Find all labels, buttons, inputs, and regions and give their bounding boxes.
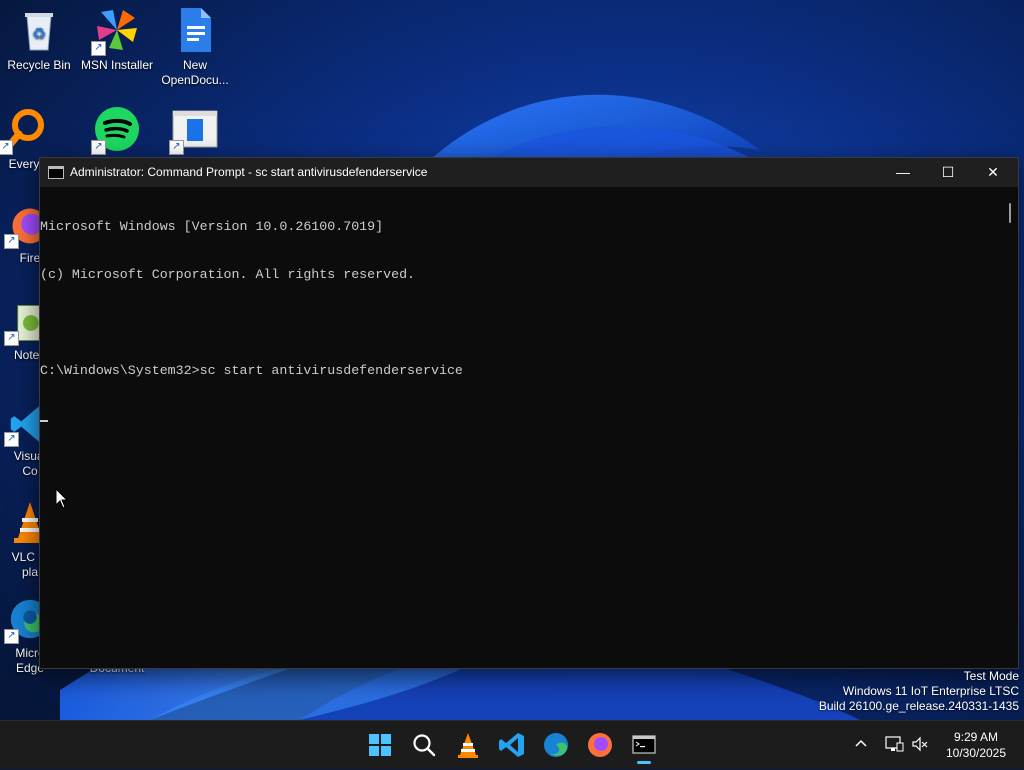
shortcut-arrow-icon: ↗ xyxy=(0,140,13,155)
search-button[interactable] xyxy=(404,725,444,765)
console-output[interactable]: Microsoft Windows [Version 10.0.26100.70… xyxy=(40,187,1002,668)
start-icon xyxy=(369,734,391,756)
taskbar-terminal[interactable] xyxy=(624,725,664,765)
desktop-icon-spotify[interactable]: ↗ xyxy=(79,105,155,157)
maximize-button[interactable]: ☐ xyxy=(925,158,971,187)
desktop-icon-label: New OpenDocu... xyxy=(161,58,229,87)
test-mode-watermark: Test Mode Windows 11 IoT Enterprise LTSC… xyxy=(819,669,1019,714)
terminal-icon xyxy=(632,735,656,754)
taskbar-edge[interactable] xyxy=(536,725,576,765)
shortcut-arrow-icon: ↗ xyxy=(4,629,19,644)
search-icon xyxy=(413,734,436,757)
shortcut-arrow-icon: ↗ xyxy=(4,234,19,249)
window-titlebar[interactable]: Administrator: Command Prompt - sc start… xyxy=(40,158,1018,187)
shortcut-arrow-icon: ↗ xyxy=(4,432,19,447)
console-cursor-line xyxy=(40,411,1002,427)
desktop-icon-new-document[interactable]: New OpenDocu... xyxy=(157,6,233,88)
vlc-icon xyxy=(458,733,478,758)
svg-text:♻: ♻ xyxy=(32,24,46,43)
chevron-up-icon[interactable] xyxy=(852,735,870,753)
minimize-button[interactable]: — xyxy=(880,158,926,187)
volume-muted-icon[interactable] xyxy=(911,735,929,753)
clock-date: 10/30/2025 xyxy=(945,746,1007,760)
scrollbar-thumb[interactable] xyxy=(1009,203,1011,223)
watermark-line: Build 26100.ge_release.240331-1435 xyxy=(818,699,1019,713)
spotify-icon: ↗ xyxy=(91,105,141,155)
network-icon[interactable] xyxy=(884,735,904,753)
window-title: Administrator: Command Prompt - sc start… xyxy=(70,165,428,179)
msn-icon: ↗ xyxy=(91,6,141,56)
recycle-bin-icon: ♻ xyxy=(15,6,63,54)
clock-time: 9:29 AM xyxy=(953,730,999,744)
shortcut-arrow-icon: ↗ xyxy=(91,41,106,56)
desktop-icon-label: MSN Installer xyxy=(80,58,154,72)
desktop-icon-msn-installer[interactable]: ↗ MSN Installer xyxy=(79,6,155,73)
command-prompt-window[interactable]: Administrator: Command Prompt - sc start… xyxy=(39,157,1019,669)
taskbar-vlc[interactable] xyxy=(448,725,488,765)
console-line: Microsoft Windows [Version 10.0.26100.70… xyxy=(40,219,384,234)
firefox-icon xyxy=(588,733,612,757)
desktop-icon-label: Recycle Bin xyxy=(7,58,71,72)
everything-search-icon: ↗ xyxy=(0,105,48,155)
window-app-icon: ↗ xyxy=(169,105,219,155)
system-clock[interactable]: 9:29 AM 10/30/2025 xyxy=(936,729,1016,761)
watermark-line: Test Mode xyxy=(963,669,1019,683)
vertical-scrollbar[interactable] xyxy=(1002,187,1018,668)
console-line: (c) Microsoft Corporation. All rights re… xyxy=(40,267,416,282)
desktop-icon-recycle-bin[interactable]: ♻ Recycle Bin xyxy=(1,6,77,73)
document-icon xyxy=(171,6,219,54)
shortcut-arrow-icon: ↗ xyxy=(4,331,19,346)
shortcut-arrow-icon: ↗ xyxy=(91,140,106,155)
taskbar: 9:29 AM 10/30/2025 xyxy=(0,720,1024,769)
watermark-line: Windows 11 IoT Enterprise LTSC xyxy=(842,684,1019,698)
desktop-icon-window-app[interactable]: ↗ xyxy=(157,105,233,157)
vscode-icon xyxy=(499,733,524,757)
command-prompt-icon xyxy=(48,166,64,179)
mouse-pointer-icon xyxy=(55,488,69,509)
start-button[interactable] xyxy=(360,725,400,765)
close-button[interactable]: ✕ xyxy=(970,158,1016,187)
console-line: C:\Windows\System32>sc start antivirusde… xyxy=(40,363,463,378)
taskbar-vscode[interactable] xyxy=(492,725,532,765)
shortcut-arrow-icon: ↗ xyxy=(169,140,184,155)
edge-icon xyxy=(544,733,568,757)
taskbar-firefox[interactable] xyxy=(580,725,620,765)
text-cursor xyxy=(40,420,48,422)
